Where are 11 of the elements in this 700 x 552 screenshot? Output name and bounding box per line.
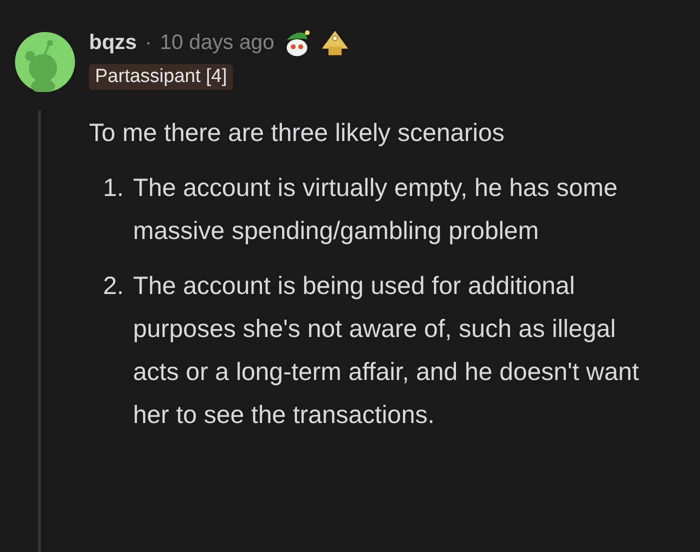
- avatar-icon[interactable]: [14, 32, 74, 92]
- list-number: 1.: [103, 173, 125, 204]
- user-flair: Partassipant [4]: [89, 64, 234, 90]
- separator: ·: [144, 31, 152, 55]
- pyramid-icon[interactable]: [320, 28, 350, 58]
- list-item-text: The account is being used for additional purposes she's not aware of, such as illegal acts or a long-term affair, and he doesn't want her to see the transactions.: [133, 271, 640, 431]
- list-number: 2.: [103, 271, 125, 302]
- timestamp[interactable]: 10 days ago: [160, 31, 274, 55]
- comment-text: To me there are three likely scenarios: [89, 118, 506, 149]
- username[interactable]: bqzs: [89, 31, 137, 55]
- list-item-text: The account is virtually empty, he has some massive spending/gambling problem: [133, 173, 618, 247]
